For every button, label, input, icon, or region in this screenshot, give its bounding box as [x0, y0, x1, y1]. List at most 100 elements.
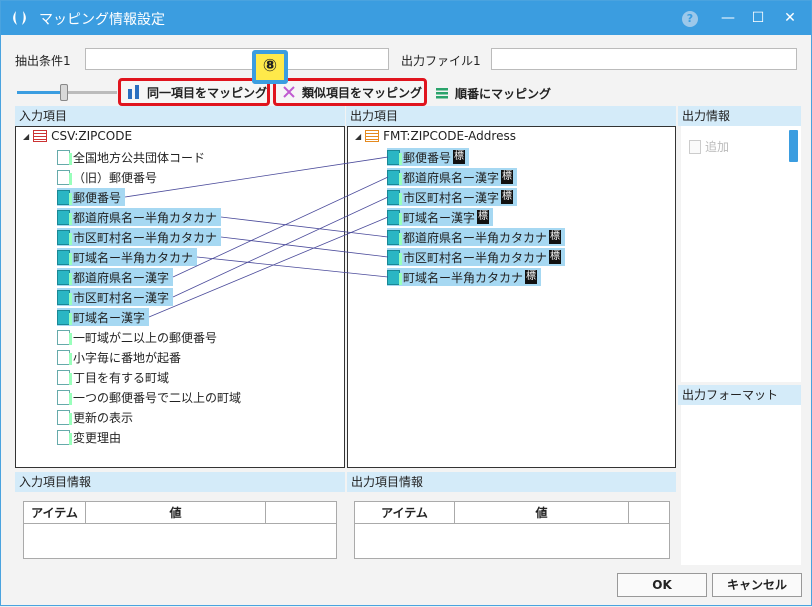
output-tree-item[interactable]: 町域名ー半角カタカナ標: [387, 268, 542, 286]
input-tree-item[interactable]: 都道府県名ー漢字: [57, 268, 174, 286]
input-tree-item[interactable]: 都道府県名ー半角カタカナ: [57, 208, 222, 226]
input-item-label: 市区町村名ー半角カタカナ: [73, 230, 218, 245]
field-icon: [387, 189, 402, 205]
csv-file-icon: [33, 130, 48, 142]
input-tree-item[interactable]: 全国地方公共団体コード: [57, 148, 205, 166]
output-info-panel: [681, 126, 801, 382]
map-same-label: 同一項目をマッピング: [147, 85, 268, 100]
standard-tag-icon: 標: [501, 190, 514, 204]
document-icon: [689, 139, 701, 154]
input-tree-item[interactable]: 変更理由: [57, 428, 121, 446]
help-button[interactable]: ?: [679, 7, 701, 29]
cancel-button[interactable]: キャンセル: [712, 573, 802, 597]
output-item-label: 都道府県名ー漢字: [403, 170, 500, 185]
field-icon: [57, 189, 72, 205]
step-callout-badge: ⑧: [252, 50, 288, 84]
input-item-label: 一つの郵便番号で二以上の町域: [73, 390, 242, 405]
input-tree-item[interactable]: 市区町村名ー半角カタカナ: [57, 228, 222, 246]
output-items-header: 出力項目: [346, 106, 676, 126]
input-tree-item[interactable]: 更新の表示: [57, 408, 133, 426]
field-icon: [57, 349, 72, 365]
map-similar-items-button[interactable]: 類似項目をマッピング: [273, 78, 427, 106]
output-info-header: 出力情報: [678, 106, 801, 126]
input-item-label: 一町域が二以上の郵便番号: [73, 330, 218, 345]
field-icon: [57, 149, 72, 165]
output-item-info-header: 出力項目情報: [347, 472, 676, 492]
input-info-value-column: 値: [86, 502, 266, 523]
field-icon: [387, 229, 402, 245]
standard-tag-icon: 標: [453, 150, 466, 164]
input-info-item-column: アイテム: [24, 502, 86, 523]
window-title: マッピング情報設定: [39, 12, 165, 28]
output-tree-item[interactable]: 市区町村名ー漢字標: [387, 188, 518, 206]
map-similar-label: 類似項目をマッピング: [302, 85, 423, 100]
output-format-panel: [681, 405, 801, 565]
field-icon: [57, 269, 72, 285]
input-tree-item[interactable]: 一つの郵便番号で二以上の町域: [57, 388, 241, 406]
field-icon: [57, 329, 72, 345]
input-tree-item[interactable]: 小字毎に番地が起番: [57, 348, 181, 366]
field-icon: [57, 389, 72, 405]
help-icon: ?: [682, 11, 698, 27]
input-item-label: 変更理由: [73, 430, 122, 445]
input-tree-item[interactable]: （旧）郵便番号: [57, 168, 157, 186]
map-in-order-button[interactable]: 順番にマッピング: [429, 81, 559, 105]
input-tree-item[interactable]: 町域名ー半角カタカナ: [57, 248, 198, 266]
map-same-icon: [128, 85, 139, 99]
input-item-label: 市区町村名ー漢字: [73, 290, 170, 305]
standard-tag-icon: 標: [501, 170, 514, 184]
output-file-field[interactable]: [491, 48, 797, 70]
output-item-label: 市区町村名ー半角カタカナ: [403, 250, 548, 265]
ok-button[interactable]: OK: [617, 573, 707, 597]
input-tree-item[interactable]: 一町域が二以上の郵便番号: [57, 328, 217, 346]
input-item-label: 更新の表示: [73, 410, 134, 425]
input-item-label: （旧）郵便番号: [73, 170, 158, 185]
field-icon: [57, 169, 72, 185]
input-item-label: 都道府県名ー漢字: [73, 270, 170, 285]
input-tree-item[interactable]: 郵便番号: [57, 188, 126, 206]
similarity-slider-thumb[interactable]: [60, 84, 68, 101]
add-output-button[interactable]: 追加: [689, 138, 729, 155]
input-item-label: 町域名ー半角カタカナ: [73, 250, 194, 265]
output-tree-root[interactable]: ◢ FMT:ZIPCODE-Address: [355, 129, 516, 143]
output-item-label: 郵便番号: [403, 150, 452, 165]
output-item-label: 市区町村名ー漢字: [403, 190, 500, 205]
title-bar: マッピング情報設定 ? — ☐ ✕: [1, 1, 811, 35]
input-item-label: 全国地方公共団体コード: [73, 150, 206, 165]
output-tree-item[interactable]: 郵便番号標: [387, 148, 470, 166]
output-item-info-table: アイテム 値: [354, 501, 670, 559]
input-tree-root[interactable]: ◢ CSV:ZIPCODE: [23, 129, 132, 143]
output-tree-item[interactable]: 町域名ー漢字標: [387, 208, 494, 226]
app-logo-icon: [13, 11, 26, 25]
input-item-label: 町域名ー漢字: [73, 310, 146, 325]
input-tree-item[interactable]: 丁目を有する町域: [57, 368, 169, 386]
standard-tag-icon: 標: [549, 230, 562, 244]
output-item-label: 都道府県名ー半角カタカナ: [403, 230, 548, 245]
input-tree-item[interactable]: 市区町村名ー漢字: [57, 288, 174, 306]
field-icon: [57, 249, 72, 265]
add-output-label: 追加: [705, 140, 730, 154]
input-root-label: CSV:ZIPCODE: [51, 129, 133, 143]
map-similar-icon: [283, 86, 295, 98]
field-icon: [57, 309, 72, 325]
output-root-label: FMT:ZIPCODE-Address: [383, 129, 516, 143]
minimize-button[interactable]: —: [717, 7, 739, 29]
map-order-label: 順番にマッピング: [455, 86, 552, 101]
input-item-info-table: アイテム 値: [23, 501, 337, 559]
standard-tag-icon: 標: [477, 210, 490, 224]
field-icon: [387, 249, 402, 265]
maximize-button[interactable]: ☐: [747, 7, 769, 29]
input-tree-item[interactable]: 町域名ー漢字: [57, 308, 150, 326]
close-button[interactable]: ✕: [779, 7, 801, 29]
expand-triangle-icon: ◢: [23, 131, 30, 141]
map-same-items-button[interactable]: 同一項目をマッピング: [118, 78, 270, 106]
output-tree-item[interactable]: 都道府県名ー半角カタカナ標: [387, 228, 566, 246]
input-item-info-header: 入力項目情報: [15, 472, 345, 492]
output-format-header: 出力フォーマット: [678, 385, 801, 405]
field-icon: [57, 209, 72, 225]
output-tree-item[interactable]: 市区町村名ー半角カタカナ標: [387, 248, 566, 266]
field-icon: [57, 229, 72, 245]
output-tree-item[interactable]: 都道府県名ー漢字標: [387, 168, 518, 186]
output-info-scrollbar[interactable]: [789, 130, 798, 162]
extract-condition-field[interactable]: [85, 48, 389, 70]
